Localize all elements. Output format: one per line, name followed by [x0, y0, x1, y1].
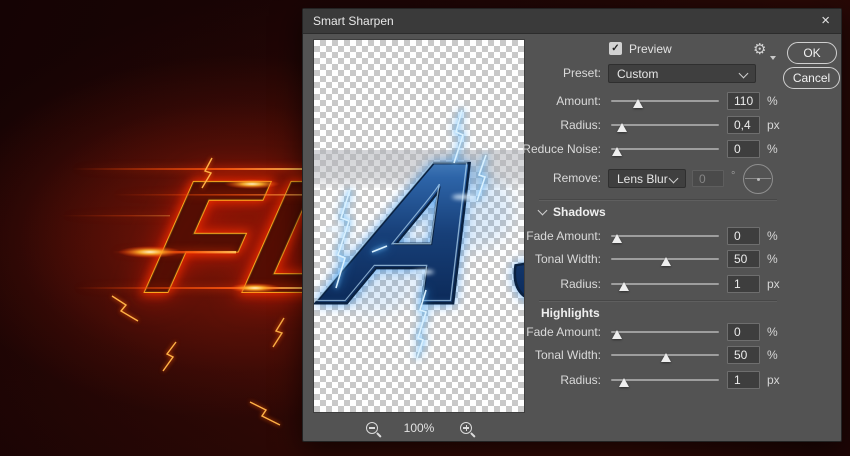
chevron-down-icon	[739, 69, 749, 79]
highlights-radius-unit: px	[767, 372, 780, 388]
flare-hotspot	[229, 283, 281, 293]
remove-label: Remove:	[303, 168, 601, 189]
amount-row: Amount: 110%	[303, 92, 841, 110]
shadows-tonal-width-value-field[interactable]: 50	[727, 250, 760, 268]
shadows-radius-value-field[interactable]: 1	[727, 275, 760, 293]
degree-symbol: °	[731, 170, 735, 182]
remove-value: Lens Blur	[617, 172, 668, 186]
highlights-fade-amount-slider-thumb[interactable]	[612, 330, 622, 339]
highlights-radius-value-field[interactable]: 1	[727, 371, 760, 389]
gear-menu-caret-icon	[770, 56, 776, 60]
highlights-radius-slider-thumb[interactable]	[619, 378, 629, 387]
amount-label: Amount:	[303, 92, 601, 110]
radius-slider-thumb[interactable]	[617, 123, 627, 132]
amount-slider-track[interactable]	[611, 100, 719, 102]
highlights-tonal-width-value-field[interactable]: 50	[727, 346, 760, 364]
highlights-fade-amount-row: Fade Amount: 0%	[303, 323, 841, 341]
remove-dropdown[interactable]: Lens Blur	[608, 169, 686, 188]
highlights-fade-amount-slider-track[interactable]	[611, 331, 719, 333]
angle-dial[interactable]	[743, 164, 773, 194]
radius-value-field[interactable]: 0,4	[727, 116, 760, 134]
amount-unit: %	[767, 93, 778, 109]
flare-hotspot	[118, 246, 182, 258]
amount-slider-thumb[interactable]	[633, 99, 643, 108]
highlights-tonal-width-slider-thumb[interactable]	[661, 353, 671, 362]
highlights-radius-row: Radius: 1 px	[303, 371, 841, 389]
shadows-tonal-width-unit: %	[767, 251, 778, 267]
preset-dropdown[interactable]: Custom	[608, 64, 756, 83]
shadows-section-header[interactable]: Shadows	[303, 204, 841, 220]
highlights-fade-amount-value-field[interactable]: 0	[727, 323, 760, 341]
radius-unit: px	[767, 117, 780, 133]
shadows-radius-label: Radius:	[303, 275, 601, 293]
preview-checkbox-label: Preview	[629, 42, 672, 56]
flare-hotspot	[224, 179, 280, 189]
checkmark-icon: ✓	[611, 43, 619, 54]
shadows-tonal-width-row: Tonal Width: 50%	[303, 250, 841, 268]
shadows-section-title: Shadows	[553, 204, 606, 220]
shadows-fade-amount-label: Fade Amount:	[303, 227, 601, 245]
preset-value: Custom	[617, 67, 658, 81]
preview-checkbox[interactable]: ✓	[609, 42, 622, 55]
reduce-noise-value-field[interactable]: 0	[727, 140, 760, 158]
amount-value-field[interactable]: 110	[727, 92, 760, 110]
gear-icon[interactable]: ⚙	[753, 40, 766, 58]
shadows-fade-amount-value-field[interactable]: 0	[727, 227, 760, 245]
shadows-radius-row: Radius: 1 px	[303, 275, 841, 293]
highlights-radius-label: Radius:	[303, 371, 601, 389]
shadows-fade-amount-unit: %	[767, 228, 778, 244]
photoshop-canvas: FLA FLA Smart Sharpen ×	[0, 0, 850, 456]
reduce-noise-slider-thumb[interactable]	[612, 147, 622, 156]
angle-field-disabled: 0	[692, 170, 724, 187]
shadows-radius-slider-thumb[interactable]	[619, 282, 629, 291]
chevron-down-icon	[538, 206, 548, 216]
ok-button[interactable]: OK	[787, 42, 837, 64]
reduce-noise-label: Reduce Noise:	[303, 140, 601, 158]
preset-row: Preset: Custom	[303, 64, 841, 83]
radius-row: Radius: 0,4 px	[303, 116, 841, 134]
highlights-section-header[interactable]: Highlights	[303, 305, 841, 321]
highlights-tonal-width-unit: %	[767, 347, 778, 363]
reduce-noise-unit: %	[767, 141, 778, 157]
highlights-fade-amount-unit: %	[767, 324, 778, 340]
highlights-fade-amount-label: Fade Amount:	[303, 323, 601, 341]
smart-sharpen-dialog: Smart Sharpen ×	[302, 8, 842, 442]
shadows-fade-amount-row: Fade Amount: 0%	[303, 227, 841, 245]
section-divider	[539, 199, 777, 200]
radius-slider-track[interactable]	[611, 124, 719, 126]
chevron-down-icon	[669, 174, 679, 184]
radius-label: Radius:	[303, 116, 601, 134]
shadows-tonal-width-slider-thumb[interactable]	[661, 257, 671, 266]
reduce-noise-row: Reduce Noise: 0%	[303, 140, 841, 158]
shadows-radius-unit: px	[767, 276, 780, 292]
reduce-noise-slider-track[interactable]	[611, 148, 719, 150]
dialog-controls: ✓ Preview ⚙ OK Cancel Preset: Custom Rem…	[303, 9, 841, 441]
highlights-tonal-width-row: Tonal Width: 50%	[303, 346, 841, 364]
shadows-fade-amount-slider-thumb[interactable]	[612, 234, 622, 243]
shadows-tonal-width-label: Tonal Width:	[303, 250, 601, 268]
section-divider	[539, 300, 777, 301]
remove-row: Remove: Lens Blur 0 °	[303, 168, 841, 190]
highlights-tonal-width-label: Tonal Width:	[303, 346, 601, 364]
shadows-fade-amount-slider-track[interactable]	[611, 235, 719, 237]
preset-label: Preset:	[303, 64, 601, 83]
highlights-section-title: Highlights	[541, 305, 600, 321]
